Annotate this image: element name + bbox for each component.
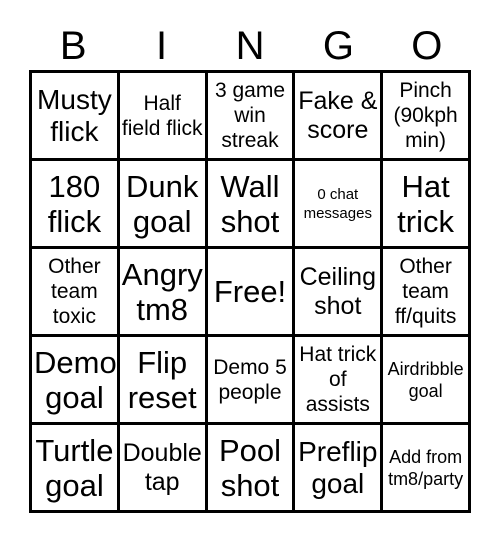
- bingo-cell-label: Airdribble goal: [387, 358, 464, 401]
- bingo-cell-label: Add from tm8/party: [388, 446, 464, 489]
- bingo-row: Other team toxic Angry tm8 Free! Ceiling…: [32, 249, 471, 337]
- bingo-cell-label: Musty flick: [37, 83, 112, 147]
- bingo-cell-b2[interactable]: 180 flick: [32, 161, 120, 249]
- bingo-cell-label: 180 flick: [47, 168, 102, 239]
- bingo-header-row: B I N G O: [29, 22, 471, 70]
- bingo-cell-label: Pinch (90kph min): [393, 79, 458, 152]
- bingo-cell-label: Hat trick of assists: [299, 343, 377, 416]
- bingo-cell-label: Ceiling shot: [299, 262, 376, 320]
- bingo-row: Musty flick Half field flick 3 game win …: [32, 73, 471, 161]
- bingo-cell-b4[interactable]: Demo goal: [32, 337, 120, 425]
- bingo-cell-i1[interactable]: Half field flick: [119, 73, 208, 161]
- bingo-cell-label: Angry tm8: [121, 256, 203, 327]
- bingo-cell-i2[interactable]: Dunk goal: [119, 161, 208, 249]
- bingo-cell-label: Wall shot: [220, 168, 280, 239]
- bingo-cell-label: Other team toxic: [48, 255, 101, 328]
- bingo-cell-g5[interactable]: Preflip goal: [295, 425, 384, 513]
- bingo-cell-o1[interactable]: Pinch (90kph min): [383, 73, 471, 161]
- bingo-cell-g1[interactable]: Fake & score: [295, 73, 384, 161]
- bingo-card: B I N G O Musty flick Half field flick 3…: [0, 0, 501, 544]
- bingo-row: 180 flick Dunk goal Wall shot 0 chat mes…: [32, 161, 471, 249]
- bingo-cell-label: Flip reset: [127, 344, 197, 415]
- bingo-header-letter-g: G: [322, 24, 354, 68]
- bingo-cell-o2[interactable]: Hat trick: [383, 161, 471, 249]
- bingo-cell-label: Dunk goal: [126, 168, 199, 239]
- bingo-cell-b5[interactable]: Turtle goal: [32, 425, 120, 513]
- bingo-cell-free-space[interactable]: Free!: [207, 249, 296, 337]
- bingo-cell-n2[interactable]: Wall shot: [207, 161, 296, 249]
- bingo-cell-label: Double tap: [122, 438, 202, 496]
- bingo-cell-label: 0 chat messages: [303, 185, 372, 222]
- bingo-cell-b1[interactable]: Musty flick: [32, 73, 120, 161]
- bingo-cell-label: Fake & score: [298, 86, 378, 144]
- bingo-cell-label: Hat trick: [397, 168, 454, 239]
- bingo-header-letter-n: N: [235, 24, 265, 68]
- bingo-cell-label: Preflip goal: [298, 435, 378, 499]
- bingo-cell-label: Other team ff/quits: [394, 255, 457, 328]
- bingo-cell-label: Free!: [213, 274, 287, 309]
- bingo-cell-o4[interactable]: Airdribble goal: [383, 337, 471, 425]
- bingo-cell-b3[interactable]: Other team toxic: [32, 249, 120, 337]
- bingo-cell-g3[interactable]: Ceiling shot: [295, 249, 384, 337]
- bingo-cell-i4[interactable]: Flip reset: [119, 337, 208, 425]
- bingo-cell-i3[interactable]: Angry tm8: [119, 249, 208, 337]
- bingo-header-letter-b: B: [59, 24, 87, 68]
- bingo-row: Turtle goal Double tap Pool shot Preflip…: [32, 425, 471, 513]
- bingo-cell-g2[interactable]: 0 chat messages: [295, 161, 384, 249]
- bingo-cell-g4[interactable]: Hat trick of assists: [295, 337, 384, 425]
- bingo-header-letter-o: O: [411, 24, 443, 68]
- bingo-cell-n1[interactable]: 3 game win streak: [207, 73, 296, 161]
- bingo-cell-o3[interactable]: Other team ff/quits: [383, 249, 471, 337]
- bingo-cell-label: Half field flick: [121, 91, 203, 140]
- bingo-cell-o5[interactable]: Add from tm8/party: [383, 425, 471, 513]
- bingo-cell-label: 3 game win streak: [214, 79, 286, 152]
- bingo-cell-label: Pool shot: [218, 432, 282, 503]
- bingo-cell-n5[interactable]: Pool shot: [207, 425, 296, 513]
- bingo-cell-label: Demo 5 people: [213, 355, 287, 404]
- bingo-cell-label: Turtle goal: [35, 432, 114, 503]
- bingo-row: Demo goal Flip reset Demo 5 people Hat t…: [32, 337, 471, 425]
- bingo-cell-label: Demo goal: [34, 344, 117, 415]
- bingo-header-letter-i: I: [156, 24, 168, 68]
- bingo-grid: Musty flick Half field flick 3 game win …: [29, 70, 471, 513]
- bingo-cell-n4[interactable]: Demo 5 people: [207, 337, 296, 425]
- bingo-cell-i5[interactable]: Double tap: [119, 425, 208, 513]
